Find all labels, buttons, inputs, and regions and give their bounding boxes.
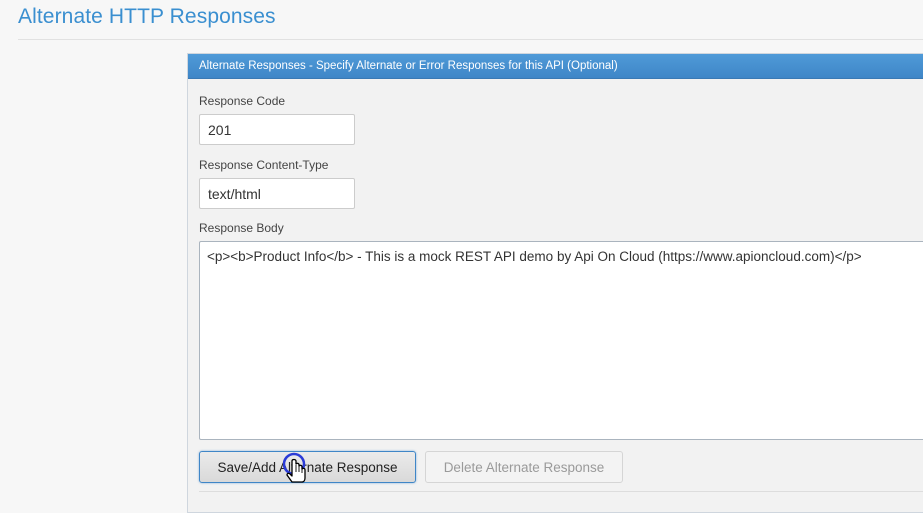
panel-divider [199, 491, 923, 492]
content-type-input[interactable] [199, 178, 355, 209]
page-title: Alternate HTTP Responses [18, 5, 276, 28]
panel-header: Alternate Responses - Specify Alternate … [188, 54, 923, 79]
response-body-label: Response Body [199, 221, 284, 235]
save-alternate-response-button[interactable]: Save/Add Alternate Response [199, 451, 416, 483]
title-divider [18, 39, 923, 40]
response-body-textarea[interactable]: <p><b>Product Info</b> - This is a mock … [199, 241, 923, 440]
delete-alternate-response-button[interactable]: Delete Alternate Response [425, 451, 623, 483]
response-code-input[interactable] [199, 114, 355, 145]
content-type-label: Response Content-Type [199, 158, 329, 172]
response-code-label: Response Code [199, 94, 286, 108]
alternate-responses-panel: Alternate Responses - Specify Alternate … [187, 53, 923, 513]
